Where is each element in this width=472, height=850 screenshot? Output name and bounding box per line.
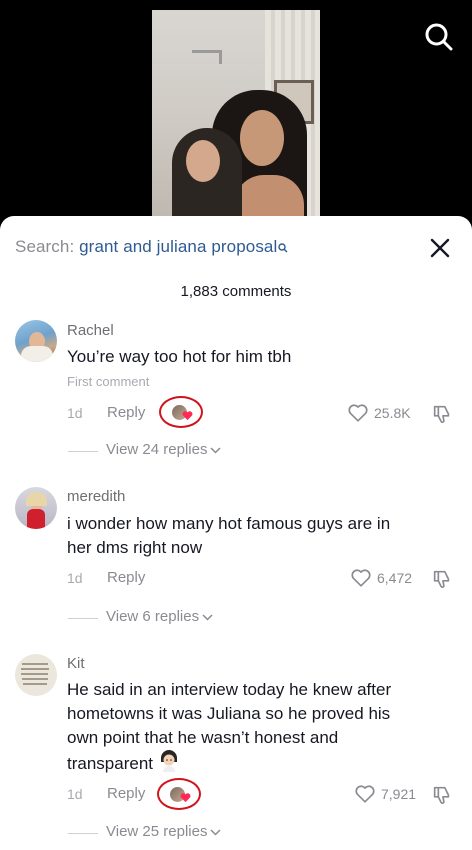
comment-username[interactable]: meredith xyxy=(67,488,125,505)
view-replies-button[interactable]: View 6 replies xyxy=(68,608,268,628)
chevron-down-icon xyxy=(210,829,221,836)
search-query-link[interactable]: grant and juliana proposal xyxy=(79,237,277,256)
heart-icon xyxy=(351,569,371,587)
like-count: 7,921 xyxy=(381,786,417,802)
heart-icon xyxy=(348,404,368,422)
like-button[interactable]: 25.8K xyxy=(347,402,417,424)
like-button[interactable]: 6,472 xyxy=(350,567,416,589)
reply-button[interactable]: Reply xyxy=(107,404,145,421)
comment-text: i wonder how many hot famous guys are in xyxy=(67,514,391,533)
view-replies-button[interactable]: View 25 replies xyxy=(68,823,268,843)
video-preview[interactable] xyxy=(0,0,472,230)
comment-text: her dms right now xyxy=(67,538,203,557)
comment-count: 1,883 comments xyxy=(180,283,292,300)
search-icon xyxy=(278,238,288,253)
chevron-down-icon xyxy=(210,447,221,454)
view-replies-label: View 24 replies xyxy=(106,441,208,458)
comment-time: 1d xyxy=(67,786,83,802)
comment-text: hometowns it was Juliana so he proved hi… xyxy=(67,704,391,723)
comment-username[interactable]: Rachel xyxy=(67,322,114,339)
video-thumbnail[interactable] xyxy=(152,10,320,230)
avatar[interactable] xyxy=(15,487,57,529)
comments-sheet: Search: grant and juliana proposal 1,883… xyxy=(0,216,472,850)
dislike-icon[interactable] xyxy=(431,784,453,806)
view-replies-label: View 25 replies xyxy=(106,823,208,840)
first-comment-tag: First comment xyxy=(67,374,150,389)
woman-shrugging-emoji-icon xyxy=(158,750,180,772)
chevron-down-icon xyxy=(202,614,213,621)
creator-liked-badge xyxy=(157,778,201,810)
search-icon[interactable] xyxy=(424,22,454,52)
dislike-icon[interactable] xyxy=(431,403,453,425)
like-button[interactable]: 7,921 xyxy=(354,783,416,805)
comment-text: You’re way too hot for him tbh xyxy=(67,347,292,366)
comment-text: transparent xyxy=(67,754,153,773)
view-replies-label: View 6 replies xyxy=(106,608,200,625)
comments-header: Search: grant and juliana proposal xyxy=(0,216,472,276)
comment-time: 1d xyxy=(67,405,83,421)
creator-liked-badge xyxy=(159,396,203,428)
view-replies-button[interactable]: View 24 replies xyxy=(68,441,268,461)
reply-button[interactable]: Reply xyxy=(107,569,145,586)
comment-time: 1d xyxy=(67,570,83,586)
dislike-icon[interactable] xyxy=(431,568,453,590)
comment-text: own point that he wasn’t honest and xyxy=(67,728,339,747)
like-count: 25.8K xyxy=(374,405,411,421)
search-label: Search: xyxy=(15,237,75,256)
like-count: 6,472 xyxy=(377,570,413,586)
comment-username[interactable]: Kit xyxy=(67,655,85,672)
close-icon[interactable] xyxy=(428,236,452,260)
comment-text: He said in an interview today he knew af… xyxy=(67,680,392,699)
avatar[interactable] xyxy=(15,654,57,696)
comment-text-end: transparent xyxy=(67,750,180,776)
reply-button[interactable]: Reply xyxy=(107,785,145,802)
heart-icon xyxy=(355,785,375,803)
avatar[interactable] xyxy=(15,320,57,362)
search-suggestion[interactable]: Search: grant and juliana proposal xyxy=(15,237,288,257)
